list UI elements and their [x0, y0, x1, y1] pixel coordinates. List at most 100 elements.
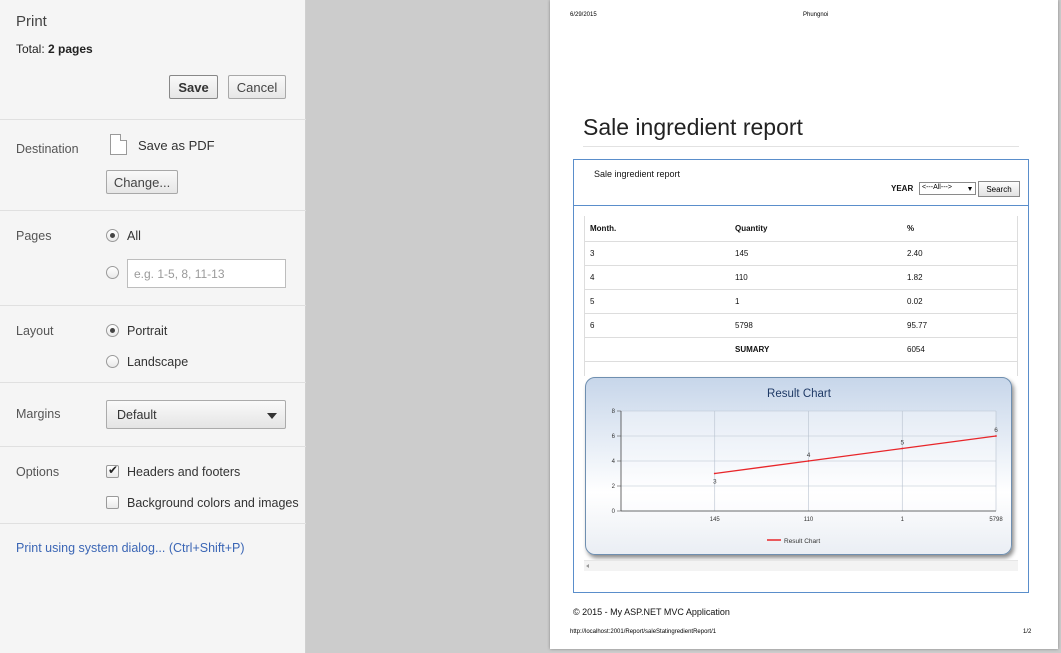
y-tick-label: 6 — [612, 434, 616, 440]
pages-all-radio[interactable] — [106, 229, 119, 242]
pages-range-input[interactable] — [127, 259, 286, 288]
headers-footers-checkbox[interactable] — [106, 463, 119, 478]
x-tick-label: 145 — [710, 517, 721, 523]
x-tick-label: 5798 — [989, 517, 1003, 523]
col-header-quantity: Quantity — [729, 216, 901, 242]
system-dialog-link[interactable]: Print using system dialog... (Ctrl+Shift… — [16, 541, 245, 555]
year-select[interactable]: <---All---> — [919, 182, 976, 195]
table-row: 4 110 1.82 — [584, 265, 1018, 290]
data-label: 3 — [713, 479, 717, 486]
divider — [0, 305, 306, 306]
chart-svg: Result Chart 0 2 4 6 8 145 110 1 5798 3 4 5 6 Result C… — [612, 388, 1004, 545]
cell-summary-label: SUMARY — [729, 337, 901, 362]
margins-value: Default — [117, 408, 157, 422]
divider — [0, 382, 306, 383]
horizontal-scrollbar[interactable] — [584, 560, 1018, 571]
report-table-wrap: Month. Quantity % 3 145 2.40 4 110 1.82 — [584, 216, 1018, 362]
chart-title: Result Chart — [767, 388, 832, 400]
total-value: 2 pages — [48, 42, 93, 56]
total-label: Total: — [16, 42, 45, 56]
data-label: 6 — [994, 427, 998, 434]
page-footer-url: http://localhost:2001/Report/saleStating… — [570, 629, 717, 635]
y-tick-label: 8 — [612, 409, 616, 415]
table-header-row: Month. Quantity % — [584, 216, 1018, 242]
divider — [0, 523, 306, 524]
cell-month: 4 — [584, 265, 729, 290]
portrait-label: Portrait — [127, 324, 168, 338]
cell-month: 6 — [584, 313, 729, 338]
y-tick-label: 2 — [612, 484, 616, 490]
save-button[interactable]: Save — [169, 75, 218, 99]
change-destination-button[interactable]: Change... — [106, 170, 178, 194]
report-panel: Sale ingredient report YEAR <---All---> … — [573, 159, 1029, 593]
x-tick-label: 110 — [804, 517, 814, 523]
landscape-radio[interactable] — [106, 355, 119, 368]
page-header-title: Phungnoi — [803, 12, 829, 18]
chevron-down-icon — [267, 413, 277, 419]
cell-summary-total: 6054 — [901, 337, 1018, 362]
scroll-left-arrow-icon[interactable] — [586, 564, 589, 568]
year-value: <---All---> — [922, 184, 952, 191]
print-preview-page: 6/29/2015 Phungnoi Sale ingredient repor… — [550, 0, 1058, 649]
cell-percent: 95.77 — [901, 313, 1018, 338]
destination-label: Destination — [16, 142, 79, 156]
summary-row: SUMARY 6054 — [584, 337, 1018, 362]
legend-label: Result Chart — [784, 538, 820, 545]
pdf-document-icon — [110, 134, 127, 155]
landscape-label: Landscape — [127, 355, 189, 369]
chevron-down-icon — [968, 187, 972, 191]
cell-percent: 1.82 — [901, 265, 1018, 290]
divider — [0, 446, 306, 447]
cell-quantity: 1 — [729, 289, 901, 314]
cancel-button[interactable]: Cancel — [228, 75, 286, 99]
report-table: Month. Quantity % 3 145 2.40 4 110 1.82 — [584, 216, 1018, 362]
data-point — [713, 472, 716, 475]
print-settings-panel: Print Total: 2 pages Save Cancel Destina… — [0, 0, 306, 653]
print-title: Print — [16, 13, 47, 30]
data-label: 4 — [807, 452, 811, 459]
cell-month: 5 — [584, 289, 729, 314]
report-panel-header: Sale ingredient report YEAR <---All---> … — [574, 160, 1028, 206]
y-tick-label: 4 — [612, 459, 616, 465]
page-footer-page-number: 1/2 — [1023, 629, 1032, 635]
page-footer-copyright: © 2015 - My ASP.NET MVC Application — [573, 607, 730, 617]
report-panel-title: Sale ingredient report — [594, 169, 681, 179]
cell-month: 3 — [584, 241, 729, 266]
result-chart: Result Chart 0 2 4 6 8 145 110 1 5798 3 4 5 6 Result C… — [585, 377, 1012, 555]
background-graphics-checkbox[interactable] — [106, 496, 119, 509]
cell-percent: 0.02 — [901, 289, 1018, 314]
cell-quantity: 145 — [729, 241, 901, 266]
data-point — [995, 435, 997, 437]
cell-summary-empty — [584, 337, 729, 362]
table-row: 3 145 2.40 — [584, 241, 1018, 266]
divider — [0, 210, 306, 211]
data-point — [807, 460, 810, 462]
divider — [0, 119, 306, 120]
col-header-percent: % — [901, 216, 1018, 242]
x-tick-label: 1 — [901, 517, 905, 523]
background-graphics-label: Background colors and images — [127, 496, 299, 510]
headers-footers-label: Headers and footers — [127, 465, 241, 479]
pages-label: Pages — [16, 229, 52, 243]
destination-name: Save as PDF — [138, 138, 215, 153]
total-pages: Total: 2 pages — [16, 42, 93, 56]
y-tick-label: 0 — [612, 509, 616, 515]
margins-select[interactable]: Default — [106, 400, 286, 429]
search-button[interactable]: Search — [978, 181, 1020, 197]
year-label: YEAR — [891, 184, 914, 193]
col-header-month: Month. — [584, 216, 729, 242]
layout-label: Layout — [16, 324, 54, 338]
cell-quantity: 5798 — [729, 313, 901, 338]
pages-range-radio[interactable] — [106, 266, 119, 279]
data-point — [901, 447, 904, 450]
margins-label: Margins — [16, 407, 61, 421]
cell-quantity: 110 — [729, 265, 901, 290]
page-header-date: 6/29/2015 — [570, 12, 597, 18]
title-divider — [583, 146, 1019, 147]
cell-percent: 2.40 — [901, 241, 1018, 266]
data-label: 5 — [900, 440, 904, 447]
report-title: Sale ingredient report — [583, 114, 803, 140]
portrait-radio[interactable] — [106, 324, 119, 337]
table-row: 5 1 0.02 — [584, 289, 1018, 314]
table-row: 6 5798 95.77 — [584, 313, 1018, 338]
